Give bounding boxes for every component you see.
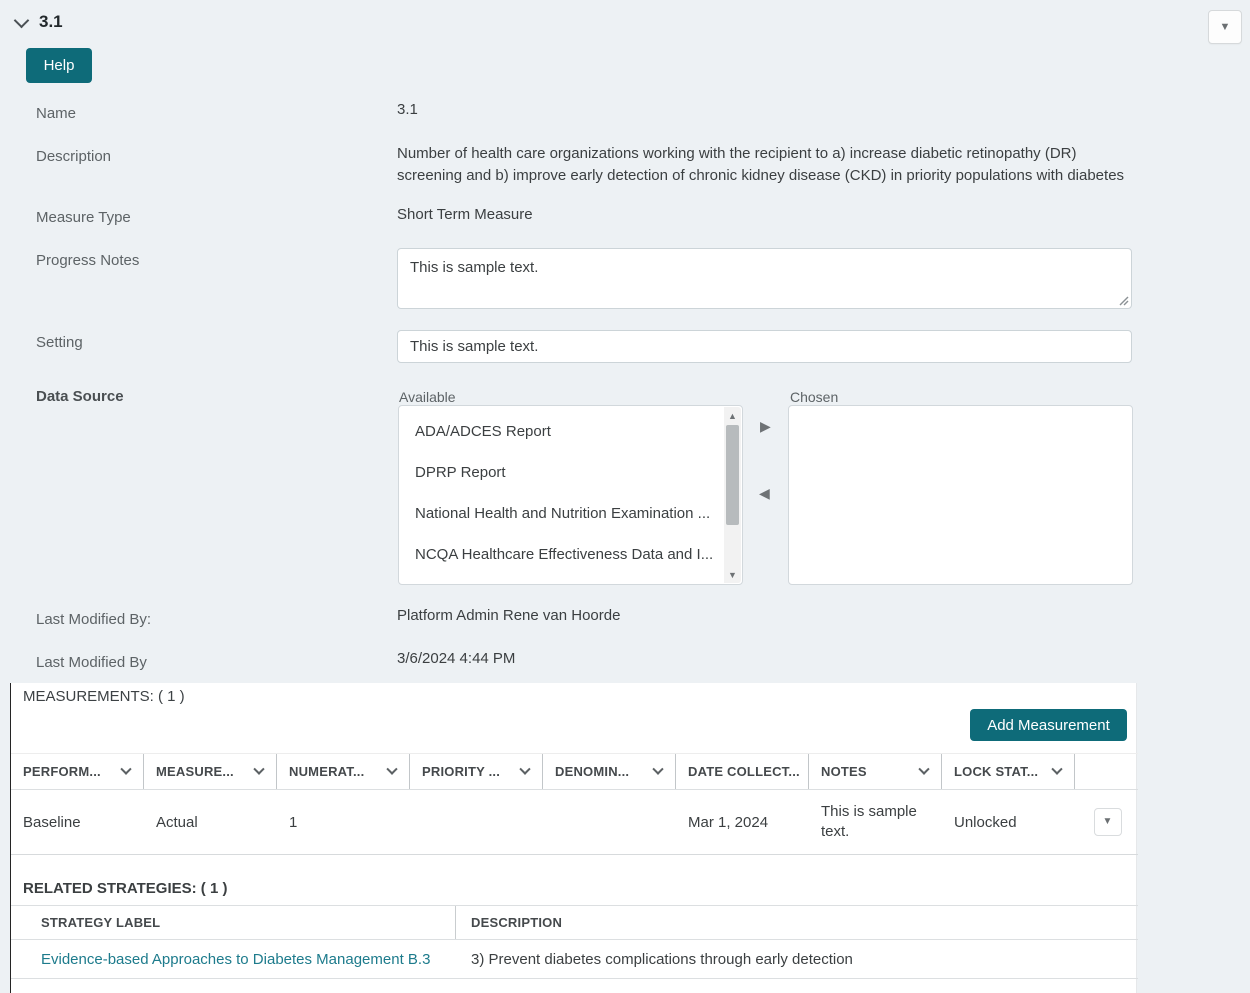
measure-detail-page: { "header": { "title": "3.1", "help_labe… <box>0 0 1250 993</box>
available-list-items: ADA/ADCES Report DPRP Report National He… <box>399 411 722 575</box>
column-header-actions <box>1075 754 1138 789</box>
chosen-list-label: Chosen <box>790 389 839 405</box>
data-source-label: Data Source <box>36 388 124 405</box>
column-header-numerator[interactable]: NUMERAT... <box>277 754 410 789</box>
column-menu-chevron-icon[interactable] <box>652 763 664 775</box>
related-strategies-section-title: RELATED STRATEGIES: ( 1 ) <box>23 880 228 897</box>
column-menu-chevron-icon[interactable] <box>519 763 531 775</box>
add-measurement-button[interactable]: Add Measurement <box>970 709 1127 741</box>
column-menu-chevron-icon[interactable] <box>253 763 265 775</box>
strategy-description-cell: 3) Prevent diabetes complications throug… <box>471 950 853 968</box>
last-modified-by-date-value: 3/6/2024 4:44 PM <box>397 650 516 667</box>
progress-notes-label: Progress Notes <box>36 252 140 269</box>
last-modified-by-name-label: Last Modified By: <box>36 611 152 628</box>
chosen-listbox[interactable] <box>788 405 1133 585</box>
measure-cell: Actual <box>156 813 198 831</box>
last-modified-by-date-label: Last Modified By <box>36 654 147 671</box>
column-menu-chevron-icon[interactable] <box>120 763 132 775</box>
notes-cell: This is sample text. <box>821 803 917 840</box>
column-header-measure[interactable]: MEASURE... <box>144 754 277 789</box>
column-header-strategy-label: STRATEGY LABEL <box>11 906 456 939</box>
row-actions-cell: ▼ <box>1075 790 1138 854</box>
row-actions-dropdown-button[interactable]: ▼ <box>1093 808 1122 836</box>
measurements-section-title: MEASUREMENTS: ( 1 ) <box>23 688 185 705</box>
scroll-down-icon[interactable]: ▼ <box>724 566 741 583</box>
resize-handle-icon[interactable] <box>1118 295 1129 306</box>
name-label: Name <box>36 105 77 122</box>
strategy-label-cell: Evidence-based Approaches to Diabetes Ma… <box>11 951 456 968</box>
description-label: Description <box>36 148 112 165</box>
progress-notes-textarea[interactable]: This is sample text. <box>397 248 1132 309</box>
available-listbox[interactable]: ADA/ADCES Report DPRP Report National He… <box>398 405 743 585</box>
lock-status-cell: Unlocked <box>954 813 1017 831</box>
name-value: 3.1 <box>397 101 418 118</box>
collapse-chevron-icon[interactable] <box>13 12 30 29</box>
help-button[interactable]: Help <box>26 48 92 83</box>
setting-label: Setting <box>36 334 83 351</box>
available-list-label: Available <box>399 389 456 405</box>
list-item[interactable]: National Health and Nutrition Examinatio… <box>399 493 722 534</box>
column-menu-chevron-icon[interactable] <box>918 763 930 775</box>
description-value: Number of health care organizations work… <box>397 145 1125 184</box>
measurement-table-row[interactable]: Baseline Actual 1 Mar 1, 2024 This is sa… <box>11 790 1138 855</box>
column-header-denominator[interactable]: DENOMIN... <box>543 754 676 789</box>
column-menu-chevron-icon[interactable] <box>386 763 398 775</box>
list-item[interactable]: ADA/ADCES Report <box>399 411 722 452</box>
header-actions-dropdown-button[interactable]: ▼ <box>1208 10 1242 44</box>
measurements-table-header: PERFORM... MEASURE... NUMERAT... PRIORIT… <box>11 753 1138 790</box>
column-header-lock-status[interactable]: LOCK STAT... <box>942 754 1075 789</box>
priority-cell <box>410 790 543 854</box>
list-item[interactable]: DPRP Report <box>399 452 722 493</box>
column-header-priority[interactable]: PRIORITY ... <box>410 754 543 789</box>
scroll-up-icon[interactable]: ▲ <box>724 407 741 424</box>
measurements-panel: MEASUREMENTS: ( 1 ) Add Measurement PERF… <box>10 683 1138 993</box>
numerator-cell: 1 <box>289 813 298 831</box>
column-header-date-collected[interactable]: DATE COLLECT... <box>676 754 809 789</box>
dropdown-arrow-icon: ▼ <box>1219 20 1231 33</box>
column-header-description: DESCRIPTION <box>471 915 563 930</box>
move-left-icon[interactable]: ◀ <box>759 486 770 500</box>
measure-type-label: Measure Type <box>36 209 131 226</box>
page-title: 3.1 <box>39 12 63 31</box>
setting-input[interactable] <box>397 330 1132 363</box>
scrollbar-thumb[interactable] <box>726 425 739 525</box>
progress-notes-text: This is sample text. <box>410 259 539 276</box>
column-header-notes[interactable]: NOTES <box>809 754 942 789</box>
scrollbar[interactable]: ▲ ▼ <box>724 407 741 583</box>
strategy-link[interactable]: Evidence-based Approaches to Diabetes Ma… <box>41 951 430 968</box>
column-header-performance[interactable]: PERFORM... <box>11 754 144 789</box>
performance-cell: Baseline <box>23 813 81 831</box>
strategy-table-row: Evidence-based Approaches to Diabetes Ma… <box>11 940 1138 979</box>
column-menu-chevron-icon[interactable] <box>1051 763 1063 775</box>
measure-type-value: Short Term Measure <box>397 206 533 223</box>
last-modified-by-name-value: Platform Admin Rene van Hoorde <box>397 607 621 624</box>
dropdown-arrow-icon: ▼ <box>1102 816 1113 827</box>
strategies-table-header: STRATEGY LABEL DESCRIPTION <box>11 905 1138 940</box>
date-collected-cell: Mar 1, 2024 <box>688 813 769 831</box>
denominator-cell <box>543 790 676 854</box>
list-item[interactable]: NCQA Healthcare Effectiveness Data and I… <box>399 534 722 575</box>
move-right-icon[interactable]: ▶ <box>760 419 771 433</box>
